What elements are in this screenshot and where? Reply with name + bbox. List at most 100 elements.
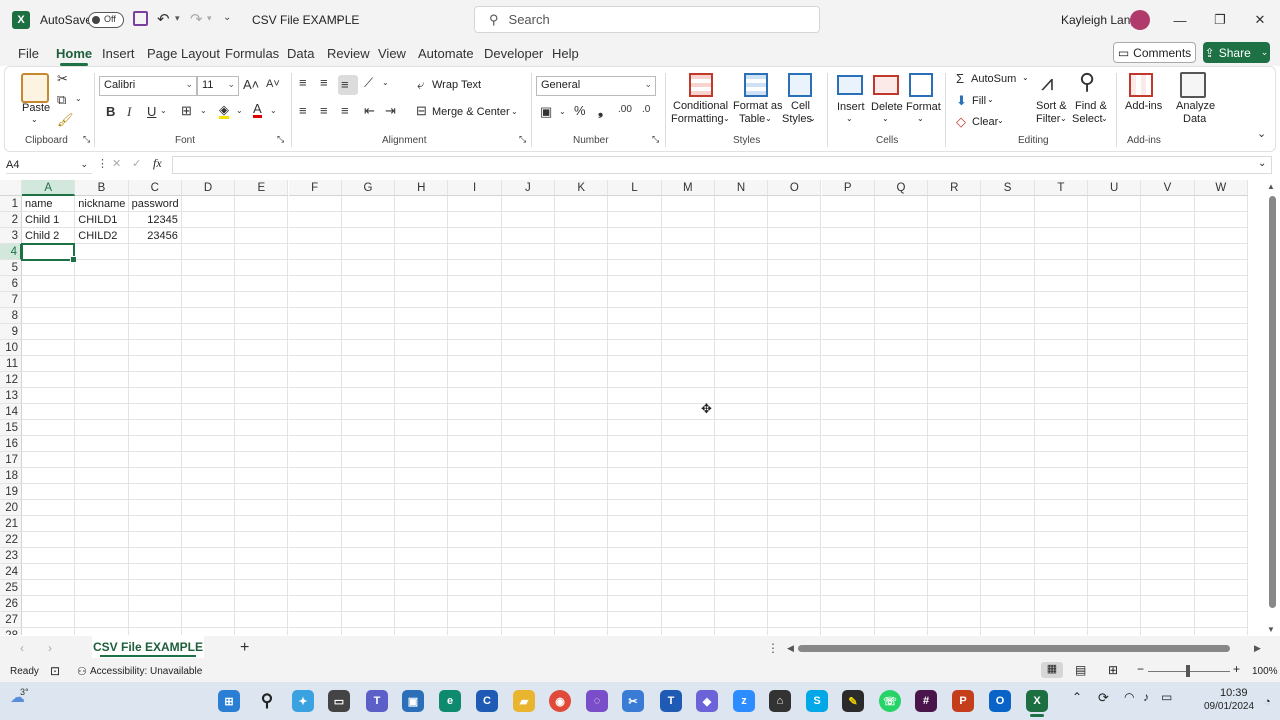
cell-c25[interactable]	[128, 580, 182, 596]
cell-d24[interactable]	[181, 564, 236, 580]
scroll-left-icon[interactable]: ◀	[787, 643, 794, 654]
cell-v21[interactable]	[1141, 516, 1195, 532]
cell-h13[interactable]	[395, 388, 449, 404]
cell-o14[interactable]	[768, 404, 822, 420]
cell-h21[interactable]	[395, 516, 449, 532]
cell-t23[interactable]	[1034, 548, 1088, 564]
cell-o25[interactable]	[768, 580, 822, 596]
cell-n11[interactable]	[714, 356, 769, 372]
underline-chevron-icon[interactable]: ⌄	[160, 107, 167, 115]
cell-e5[interactable]	[235, 260, 289, 276]
cell-a19[interactable]	[22, 484, 76, 500]
cell-l26[interactable]	[608, 596, 662, 612]
cell-p9[interactable]	[821, 324, 875, 340]
cell-b16[interactable]	[75, 436, 129, 452]
cell-u7[interactable]	[1088, 292, 1142, 308]
cell-styles-label-1[interactable]: Cell	[791, 100, 810, 112]
cell-b20[interactable]	[75, 500, 129, 516]
cell-w13[interactable]	[1194, 388, 1248, 404]
cell-o27[interactable]	[768, 612, 822, 628]
cell-l11[interactable]	[608, 356, 662, 372]
font-name-select[interactable]: Calibri ⌄	[99, 76, 197, 96]
cell-w9[interactable]	[1194, 324, 1248, 340]
cell-j25[interactable]	[501, 580, 555, 596]
cell-p10[interactable]	[821, 340, 875, 356]
cell-m17[interactable]	[661, 452, 715, 468]
cell-h9[interactable]	[395, 324, 449, 340]
cell-n3[interactable]	[714, 228, 769, 244]
next-sheet-icon[interactable]: ›	[48, 641, 52, 655]
cell-b2[interactable]: CHILD1	[75, 212, 129, 228]
cell-j4[interactable]	[501, 244, 555, 260]
cell-n4[interactable]	[714, 244, 769, 260]
cell-u27[interactable]	[1088, 612, 1142, 628]
decrease-decimal-icon[interactable]: .0	[642, 105, 650, 115]
cell-p11[interactable]	[821, 356, 875, 372]
redo-icon[interactable]: ↷	[190, 10, 203, 28]
cell-v3[interactable]	[1141, 228, 1195, 244]
cell-q24[interactable]	[874, 564, 929, 580]
column-header-f[interactable]: F	[288, 180, 342, 196]
cell-j15[interactable]	[501, 420, 555, 436]
cell-s23[interactable]	[981, 548, 1035, 564]
row-header[interactable]: 15	[0, 420, 22, 436]
cell-h8[interactable]	[395, 308, 449, 324]
cell-h14[interactable]	[395, 404, 449, 420]
cell-n12[interactable]	[714, 372, 769, 388]
column-header-u[interactable]: U	[1088, 180, 1142, 196]
cell-r2[interactable]	[928, 212, 982, 228]
cell-p7[interactable]	[821, 292, 875, 308]
app-icon[interactable]: C	[476, 690, 498, 712]
cell-c8[interactable]	[128, 308, 182, 324]
cell-g11[interactable]	[341, 356, 396, 372]
cell-h20[interactable]	[395, 500, 449, 516]
macro-record-icon[interactable]: ⊡	[50, 664, 60, 678]
cell-a2[interactable]: Child 1	[22, 212, 76, 228]
cell-g8[interactable]	[341, 308, 396, 324]
paste-chevron-icon[interactable]: ⌄	[31, 115, 38, 124]
cell-q27[interactable]	[874, 612, 929, 628]
cell-f25[interactable]	[288, 580, 342, 596]
cell-f20[interactable]	[288, 500, 342, 516]
cell-d28[interactable]	[182, 628, 236, 635]
cell-t17[interactable]	[1034, 452, 1088, 468]
cell-k15[interactable]	[555, 420, 609, 436]
cell-b17[interactable]	[75, 452, 129, 468]
align-center-icon[interactable]: ≡	[320, 104, 328, 117]
cell-u6[interactable]	[1088, 276, 1142, 292]
cell-f3[interactable]	[288, 228, 342, 244]
cell-c17[interactable]	[128, 452, 182, 468]
increase-indent-icon[interactable]: ⇥	[385, 104, 396, 117]
column-header-e[interactable]: E	[235, 180, 289, 196]
cell-r23[interactable]	[928, 548, 982, 564]
cell-styles-chevron-icon[interactable]: ⌄	[809, 114, 816, 123]
confirm-entry-icon[interactable]: ✓	[132, 157, 141, 170]
cell-i18[interactable]	[448, 468, 502, 484]
name-box[interactable]: A4 ⌄	[6, 156, 92, 174]
cell-t21[interactable]	[1034, 516, 1088, 532]
row-header[interactable]: 18	[0, 468, 22, 484]
cell-v4[interactable]	[1141, 244, 1195, 260]
cell-k20[interactable]	[555, 500, 609, 516]
cell-u17[interactable]	[1088, 452, 1142, 468]
cell-j28[interactable]	[502, 628, 555, 635]
align-middle-icon[interactable]: ≡	[320, 76, 328, 89]
row-header[interactable]: 20	[0, 500, 22, 516]
cell-e9[interactable]	[235, 324, 289, 340]
cell-s17[interactable]	[981, 452, 1035, 468]
cell-p3[interactable]	[821, 228, 875, 244]
cell-n13[interactable]	[714, 388, 769, 404]
cell-m19[interactable]	[661, 484, 715, 500]
cell-l5[interactable]	[608, 260, 662, 276]
cell-i2[interactable]	[448, 212, 502, 228]
cell-f1[interactable]	[288, 196, 342, 212]
italic-icon[interactable]: I	[127, 105, 131, 118]
cell-d9[interactable]	[181, 324, 236, 340]
find-select-label-2[interactable]: Select	[1072, 113, 1103, 125]
cell-r7[interactable]	[928, 292, 982, 308]
column-header-v[interactable]: V	[1141, 180, 1195, 196]
cell-m9[interactable]	[661, 324, 715, 340]
cell-r4[interactable]	[928, 244, 982, 260]
cell-f12[interactable]	[288, 372, 342, 388]
cell-s14[interactable]	[981, 404, 1035, 420]
